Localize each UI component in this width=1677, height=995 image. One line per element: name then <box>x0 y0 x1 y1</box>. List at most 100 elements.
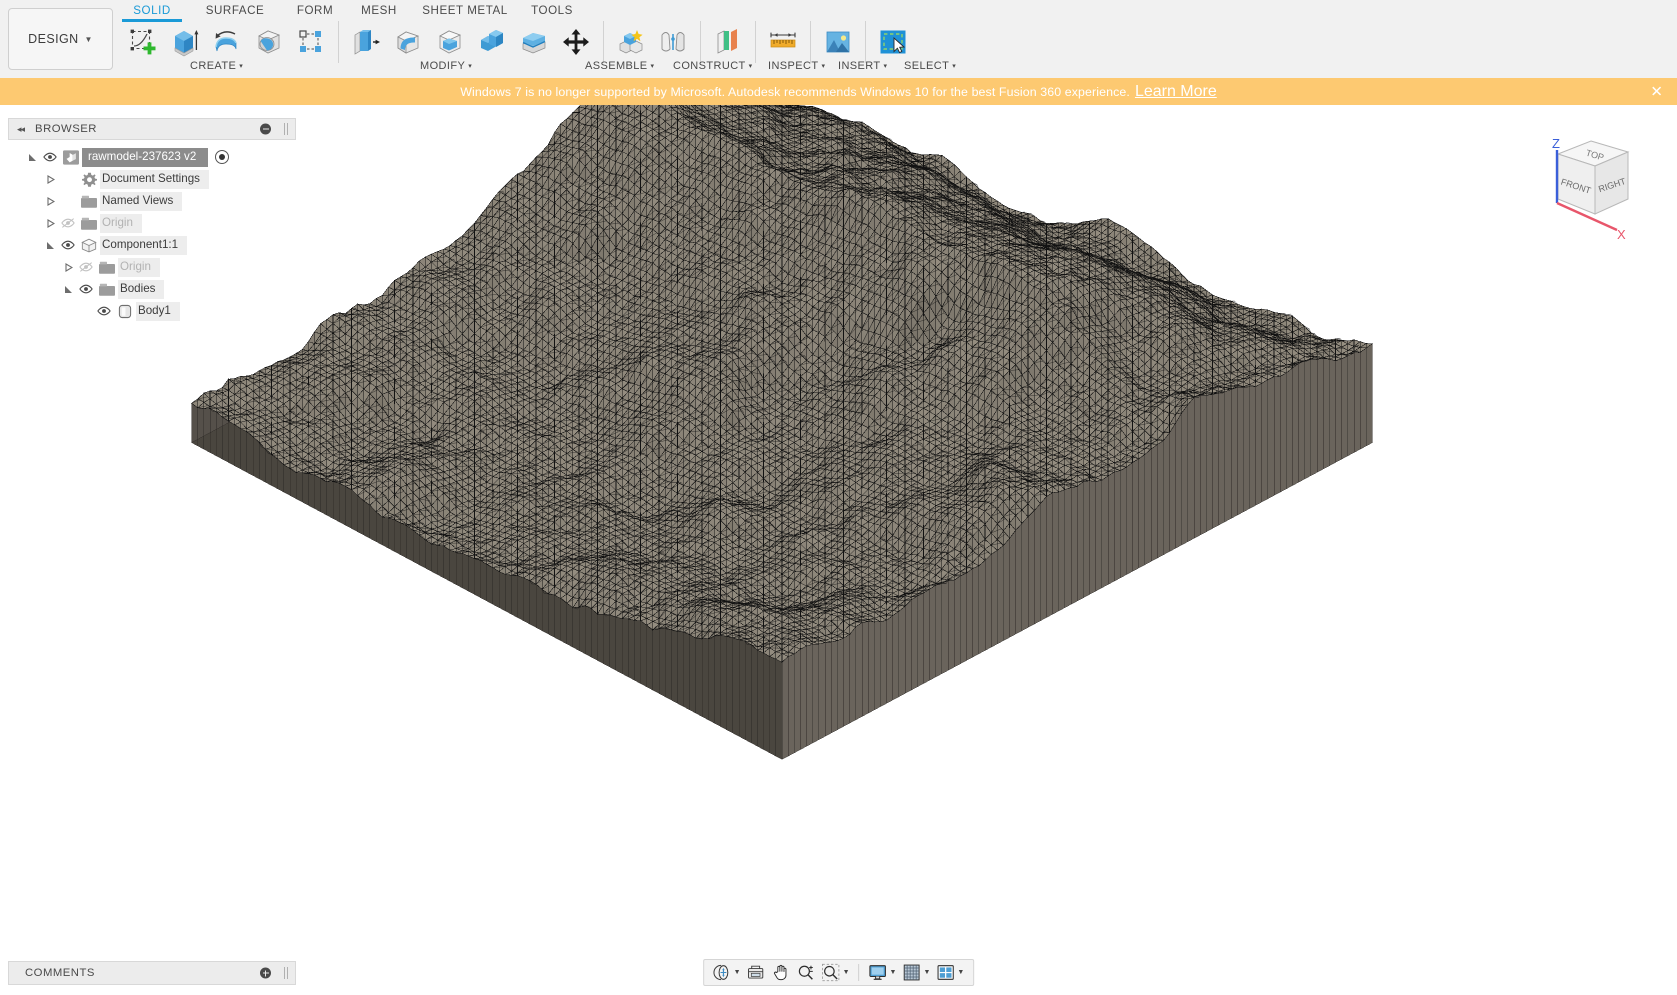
toolbar-separator <box>603 21 604 63</box>
browser-node-document-settings[interactable]: Document Settings <box>8 168 296 190</box>
display-settings-icon[interactable]: ▼ <box>866 960 900 985</box>
chevron-down-icon: ▾ <box>883 63 888 71</box>
view-cube[interactable]: TOP FRONT RIGHT Z X <box>1525 123 1665 248</box>
panel-resize-grip[interactable] <box>284 123 288 135</box>
shell-icon[interactable] <box>429 22 471 62</box>
insert-image-icon[interactable] <box>817 22 859 62</box>
select-window-icon[interactable] <box>872 22 914 62</box>
tree-collapsed-arrow-icon[interactable] <box>42 190 58 212</box>
plus-icon[interactable] <box>260 967 271 979</box>
comments-panel[interactable]: COMMENTS <box>8 961 296 985</box>
viewports-icon[interactable]: ▼ <box>933 960 967 985</box>
activate-component-radio[interactable] <box>215 150 230 164</box>
comments-resize-grip[interactable] <box>284 967 288 979</box>
tree-collapsed-arrow-icon[interactable] <box>42 212 58 234</box>
chevron-down-icon: ▾ <box>821 63 826 71</box>
workspace-tab-solid[interactable]: SOLID <box>122 0 182 22</box>
joint-icon[interactable] <box>652 22 694 62</box>
fillet-icon[interactable] <box>387 22 429 62</box>
workspace-switcher-label: DESIGN <box>28 32 79 46</box>
collapse-panel-icon[interactable]: ◂◂ <box>17 124 25 135</box>
split-face-icon[interactable] <box>513 22 555 62</box>
chevron-down-icon: ▼ <box>923 969 931 976</box>
tree-expanded-arrow-icon[interactable] <box>24 146 40 168</box>
command-group-label: SELECT <box>904 60 950 72</box>
browser-node-bodies[interactable]: Bodies <box>8 278 296 300</box>
browser-node-rawmodel-237623-v2[interactable]: rawmodel-237623 v2 <box>8 146 296 168</box>
workspace-tab-form[interactable]: FORM <box>290 0 340 20</box>
folder-icon <box>96 256 118 278</box>
chevron-down-icon: ▼ <box>957 969 965 976</box>
measure-icon[interactable] <box>762 22 804 62</box>
command-group-construct[interactable]: CONSTRUCT ▾ <box>673 60 753 72</box>
workspace-tab-sheet-metal[interactable]: SHEET METAL <box>417 0 513 20</box>
extrude-icon[interactable] <box>164 22 206 62</box>
browser-node-origin[interactable]: Origin <box>8 256 296 278</box>
workspace-tab-surface[interactable]: SURFACE <box>197 0 273 20</box>
banner-message: Windows 7 is no longer supported by Micr… <box>460 84 1130 99</box>
zoom-icon[interactable] <box>794 960 819 985</box>
press-pull-icon[interactable] <box>345 22 387 62</box>
browser-node-body1[interactable]: Body1 <box>8 300 296 322</box>
workspace-switcher-button[interactable]: DESIGN ▼ <box>8 8 113 70</box>
command-group-inspect[interactable]: INSPECT ▾ <box>768 60 825 72</box>
eye-off-icon[interactable] <box>76 256 96 278</box>
chevron-down-icon: ▾ <box>748 63 753 71</box>
tree-collapsed-arrow-icon[interactable] <box>60 256 76 278</box>
browser-header: ◂◂ BROWSER <box>8 118 296 140</box>
folder-icon <box>78 212 100 234</box>
command-icon-row <box>122 21 914 63</box>
browser-tree: rawmodel-237623 v2 Document Settings Named… <box>8 146 296 322</box>
tree-expanded-arrow-icon[interactable] <box>60 278 76 300</box>
comments-title: COMMENTS <box>25 967 95 979</box>
orbit-icon[interactable]: ▼ <box>710 960 744 985</box>
browser-node-label: Origin <box>118 257 160 277</box>
browser-node-named-views[interactable]: Named Views <box>8 190 296 212</box>
command-group-create[interactable]: CREATE ▾ <box>190 60 243 72</box>
eye-icon[interactable] <box>76 278 96 300</box>
minus-icon[interactable] <box>260 123 271 135</box>
eye-icon[interactable] <box>40 146 60 168</box>
move-copy-icon[interactable] <box>555 22 597 62</box>
grid-snaps-icon[interactable]: ▼ <box>899 960 933 985</box>
browser-node-label: Document Settings <box>100 169 209 189</box>
command-group-label: ASSEMBLE <box>585 60 648 72</box>
eye-icon[interactable] <box>58 234 78 256</box>
viewcube-axis-z: Z <box>1552 136 1560 151</box>
eye-off-icon[interactable] <box>58 212 78 234</box>
eye-icon[interactable] <box>94 300 114 322</box>
command-group-insert[interactable]: INSERT ▾ <box>838 60 887 72</box>
fit-icon[interactable]: ▼ <box>819 960 853 985</box>
toolbar-separator <box>338 21 339 63</box>
combine-icon[interactable] <box>471 22 513 62</box>
navbar-separator <box>858 964 860 981</box>
workspace-tab-tools[interactable]: TOOLS <box>526 0 578 20</box>
command-group-assemble[interactable]: ASSEMBLE ▾ <box>585 60 654 72</box>
toolbar-separator <box>865 21 866 63</box>
main-toolbar: DESIGN ▼ SOLID SURFACE FORM MESH SHEET METAL… <box>0 0 1677 83</box>
hole-icon[interactable] <box>248 22 290 62</box>
viewcube-axis-x: X <box>1617 227 1626 242</box>
tree-collapsed-arrow-icon[interactable] <box>42 168 58 190</box>
command-group-label: INSERT <box>838 60 881 72</box>
browser-node-origin[interactable]: Origin <box>8 212 296 234</box>
pan-icon[interactable] <box>769 960 794 985</box>
command-group-select[interactable]: SELECT ▾ <box>904 60 956 72</box>
look-at-icon[interactable] <box>744 960 769 985</box>
banner-learn-more-link[interactable]: Learn More <box>1135 83 1217 101</box>
revolve-icon[interactable] <box>206 22 248 62</box>
create-sketch-icon[interactable] <box>122 22 164 62</box>
tree-expanded-arrow-icon[interactable] <box>42 234 58 256</box>
close-icon[interactable]: ✕ <box>1650 84 1663 99</box>
browser-panel: ◂◂ BROWSER rawmodel-237623 v2 Document Se… <box>0 118 298 321</box>
browser-node-component1-1[interactable]: Component1:1 <box>8 234 296 256</box>
pattern-icon[interactable] <box>290 22 332 62</box>
chevron-down-icon: ▼ <box>84 34 93 44</box>
command-group-label: INSPECT <box>768 60 819 72</box>
offset-plane-icon[interactable] <box>707 22 749 62</box>
command-group-modify[interactable]: MODIFY ▾ <box>420 60 472 72</box>
new-component-icon[interactable] <box>610 22 652 62</box>
workspace-tab-mesh[interactable]: MESH <box>354 0 404 20</box>
